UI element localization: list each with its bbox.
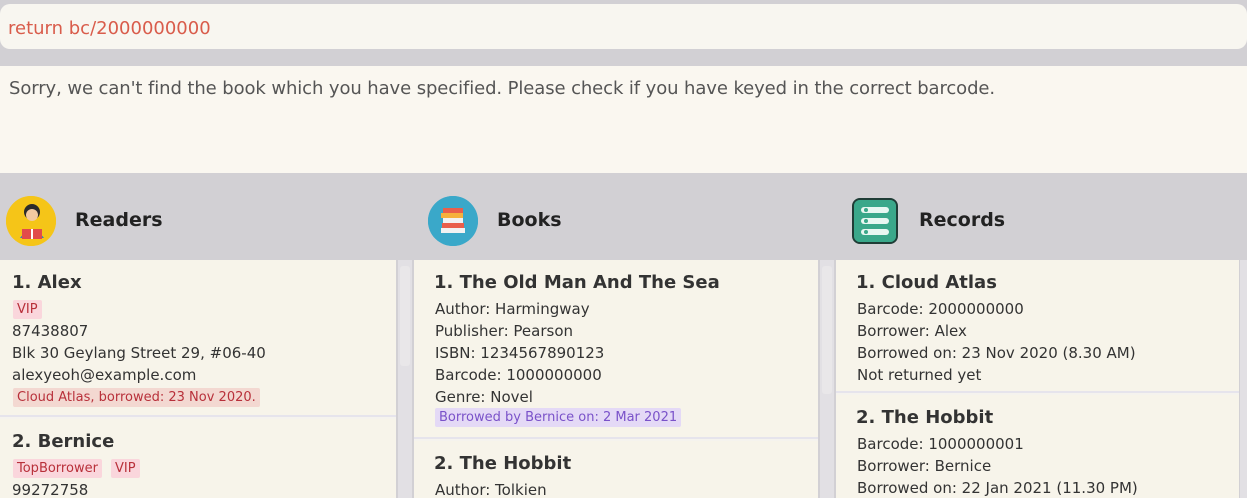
book-card[interactable]: 1. The Old Man And The Sea Author: Harmi… [414,260,818,439]
books-scroll-thumb[interactable] [822,266,832,394]
records-icon [852,198,898,244]
records-panel: Records 1. Cloud Atlas Barcode: 20000000… [836,183,1247,498]
record-returned-status: Not returned yet [857,366,982,384]
book-card[interactable]: 2. The Hobbit Author: Tolkien [414,441,818,498]
reader-icon [6,196,56,246]
books-list[interactable]: 1. The Old Man And The Sea Author: Harmi… [414,260,818,498]
record-barcode: Barcode: 1000000001 [857,435,1024,453]
reader-borrowed-tag: Cloud Atlas, borrowed: 23 Nov 2020. [13,388,260,407]
books-panel: Books 1. The Old Man And The Sea Author:… [414,183,836,498]
record-card[interactable]: 2. The Hobbit Barcode: 1000000001 Borrow… [836,395,1239,498]
record-card[interactable]: 1. Cloud Atlas Barcode: 2000000000 Borro… [836,260,1239,393]
reader-tag: VIP [111,459,140,478]
reader-tag: TopBorrower [13,459,102,478]
record-borrower: Borrower: Bernice [857,457,992,475]
record-borrowed-on: Borrowed on: 22 Jan 2021 (11.30 PM) [857,479,1138,497]
book-author: Author: Harmingway [435,300,590,318]
reader-tag: VIP [13,300,42,319]
reader-name: 1. Alex [12,272,82,293]
readers-panel: Readers 1. Alex VIP 87438807 Blk 30 Geyl… [0,183,414,498]
record-borrower: Borrower: Alex [857,322,967,340]
readers-list[interactable]: 1. Alex VIP 87438807 Blk 30 Geylang Stre… [0,260,396,498]
record-barcode: Barcode: 2000000000 [857,300,1024,318]
book-status-tag: Borrowed by Bernice on: 2 Mar 2021 [435,408,682,427]
book-author: Author: Tolkien [435,481,547,498]
books-icon [428,196,478,246]
record-title: 2. The Hobbit [856,407,994,428]
records-title: Records [919,209,1006,231]
readers-scroll-thumb[interactable] [400,266,410,366]
book-isbn: ISBN: 1234567890123 [435,344,605,362]
readers-title: Readers [75,209,163,231]
reader-card[interactable]: 1. Alex VIP 87438807 Blk 30 Geylang Stre… [0,260,396,417]
book-publisher: Publisher: Pearson [435,322,574,340]
book-barcode: Barcode: 1000000000 [435,366,602,384]
records-header: Records [836,183,1247,258]
record-title: 1. Cloud Atlas [856,272,997,293]
books-title: Books [497,209,562,231]
reader-phone: 99272758 [12,481,89,498]
books-header: Books [414,183,836,258]
records-scrollbar[interactable] [1240,260,1247,498]
records-list[interactable]: 1. Cloud Atlas Barcode: 2000000000 Borro… [836,260,1239,498]
book-title: 2. The Hobbit [434,453,572,474]
reader-name: 2. Bernice [12,431,115,452]
command-box[interactable] [0,4,1247,49]
record-borrowed-on: Borrowed on: 23 Nov 2020 (8.30 AM) [857,344,1136,362]
command-input[interactable] [8,18,1208,39]
books-scrollbar[interactable] [820,260,834,498]
result-message: Sorry, we can't find the book which you … [9,78,996,99]
reader-email: alexyeoh@example.com [12,366,197,384]
result-display: Sorry, we can't find the book which you … [0,66,1247,173]
reader-card[interactable]: 2. Bernice TopBorrower VIP 99272758 [0,419,396,498]
reader-phone: 87438807 [12,322,89,340]
readers-scrollbar[interactable] [398,260,412,498]
book-genre: Genre: Novel [435,388,533,406]
readers-header: Readers [0,183,414,258]
book-title: 1. The Old Man And The Sea [434,272,720,293]
reader-address: Blk 30 Geylang Street 29, #06-40 [12,344,266,362]
